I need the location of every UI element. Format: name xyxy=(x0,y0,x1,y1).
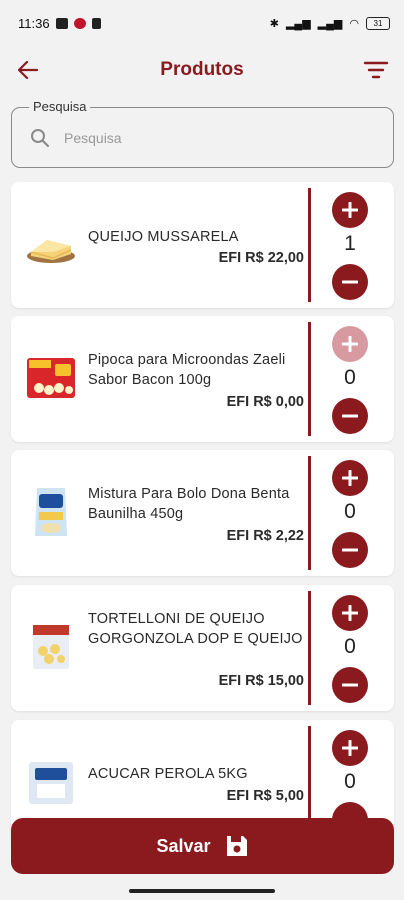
bluetooth-icon: ✱ xyxy=(269,17,279,30)
app-header: Produtos xyxy=(0,46,404,94)
product-price: EFI R$ 2,22 xyxy=(226,528,304,544)
search-icon xyxy=(31,128,50,147)
status-right: ✱ ▂▄▆ ▂▄▆ ◠ 31 xyxy=(269,16,390,30)
status-left: 11:36 xyxy=(18,16,101,31)
filter-button[interactable] xyxy=(360,56,392,84)
search-field[interactable]: Pesquisa xyxy=(11,99,394,168)
quantity-value: 1 xyxy=(344,232,356,255)
product-card: TORTELLONI DE QUEIJO GORGONZOLA DOP E QU… xyxy=(11,585,394,711)
page-title: Produtos xyxy=(160,59,244,80)
sugar-bag-image xyxy=(29,762,73,804)
increment-button[interactable] xyxy=(332,595,368,631)
quantity-value: 0 xyxy=(344,770,356,793)
search-label: Pesquisa xyxy=(29,99,91,114)
quantity-value: 0 xyxy=(344,366,356,389)
decrement-button[interactable] xyxy=(332,264,368,300)
product-price: EFI R$ 0,00 xyxy=(226,394,304,410)
search-input[interactable] xyxy=(62,128,346,147)
minus-icon xyxy=(342,683,358,687)
wifi-icon: ◠ xyxy=(349,17,359,30)
decrement-button[interactable] xyxy=(332,667,368,703)
youtube-icon xyxy=(55,17,68,29)
status-bar: 11:36 ✱ ▂▄▆ ▂▄▆ ◠ 31 xyxy=(0,0,404,46)
increment-button[interactable] xyxy=(332,460,368,496)
save-label: Salvar xyxy=(156,835,211,856)
quantity-stepper: 0 xyxy=(311,585,394,711)
save-button[interactable]: Salvar xyxy=(11,818,394,874)
plus-icon xyxy=(342,740,358,756)
plus-icon xyxy=(342,336,358,352)
increment-button[interactable] xyxy=(332,192,368,228)
floppy-disk-icon xyxy=(226,836,247,856)
quantity-value: 0 xyxy=(344,635,356,658)
arrow-left-icon xyxy=(18,61,38,79)
no-entry-icon xyxy=(73,17,86,29)
status-time: 11:36 xyxy=(18,15,50,31)
minus-icon xyxy=(342,280,358,284)
home-indicator[interactable] xyxy=(129,889,275,893)
product-card: Pipoca para Microondas Zaeli Sabor Bacon… xyxy=(11,316,394,442)
increment-button[interactable] xyxy=(332,326,368,362)
quantity-stepper: 1 xyxy=(311,182,394,308)
plus-icon xyxy=(342,470,358,486)
quantity-value: 0 xyxy=(344,500,356,523)
product-card: Mistura Para Bolo Dona Benta Baunilha 45… xyxy=(11,450,394,576)
trash-icon xyxy=(91,17,101,29)
product-name: QUEIJO MUSSARELA xyxy=(88,229,239,245)
tortelloni-package-image xyxy=(33,625,69,669)
product-price: EFI R$ 15,00 xyxy=(218,673,304,689)
decrement-button[interactable] xyxy=(332,398,368,434)
product-price: EFI R$ 22,00 xyxy=(218,250,304,266)
increment-button[interactable] xyxy=(332,730,368,766)
product-name: TORTELLONI DE QUEIJO GORGONZOLA DOP E QU… xyxy=(88,611,303,647)
product-name: ACUCAR PEROLA 5KG xyxy=(88,766,248,782)
signal-icon: ▂▄▆ xyxy=(317,17,343,30)
minus-icon xyxy=(342,548,358,552)
cheese-block-image xyxy=(27,240,75,263)
quantity-stepper: 0 xyxy=(311,316,394,442)
product-name: Pipoca para Microondas Zaeli Sabor Bacon… xyxy=(88,352,286,388)
plus-icon xyxy=(342,605,358,621)
product-card: QUEIJO MUSSARELA EFI R$ 22,00 1 xyxy=(11,182,394,308)
filter-icon xyxy=(363,61,389,79)
popcorn-package-image xyxy=(27,358,75,398)
signal-icon: ▂▄▆ xyxy=(285,17,311,30)
plus-icon xyxy=(342,202,358,218)
quantity-stepper: 0 xyxy=(311,450,394,576)
product-price: EFI R$ 5,00 xyxy=(226,788,304,804)
cake-mix-package-image xyxy=(35,488,67,536)
decrement-button[interactable] xyxy=(332,532,368,568)
battery-icon: 31 xyxy=(366,16,390,30)
minus-icon xyxy=(342,414,358,418)
product-name: Mistura Para Bolo Dona Benta Baunilha 45… xyxy=(88,486,290,522)
back-button[interactable] xyxy=(14,56,42,84)
